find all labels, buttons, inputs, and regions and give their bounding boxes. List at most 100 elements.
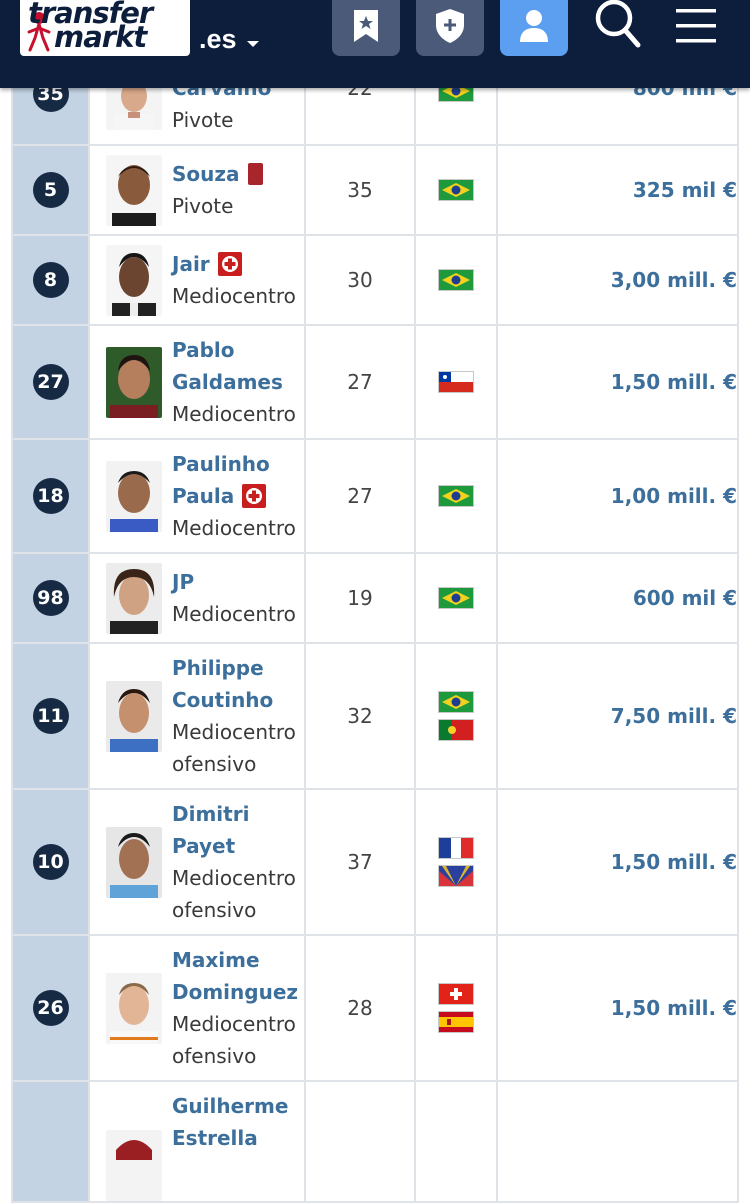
player-cell: Souza Pivote [88, 144, 306, 236]
shirt-number-cell: 98 [11, 552, 90, 644]
player-name-link-line2[interactable]: Paula [172, 484, 234, 508]
player-name-link[interactable]: JP [172, 566, 304, 598]
nationality-cell [414, 144, 498, 236]
table-row: 26 Maxime Dominguez Mediocentro ofensivo… [11, 934, 739, 1082]
market-value-link[interactable]: 600 mil € [496, 552, 739, 644]
player-photo[interactable] [106, 972, 162, 1044]
shirt-number-cell: 10 [11, 788, 90, 936]
player-name-link-line2[interactable]: Estrella [172, 1122, 304, 1154]
player-name-link-line2[interactable]: Dominguez [172, 976, 304, 1008]
table-row: 18 Paulinho Paula Mediocentro 27 1,00 mi [11, 438, 739, 554]
market-value-link[interactable]: 1,00 mill. € [496, 438, 739, 554]
player-position: Mediocentro [172, 516, 296, 540]
player-name-link[interactable]: Guilherme [172, 1090, 304, 1122]
player-name-link[interactable]: Maxime [172, 944, 304, 976]
player-photo[interactable] [106, 562, 162, 634]
nationality-cell [414, 324, 498, 440]
menu-button[interactable] [670, 0, 722, 52]
player-position: Mediocentro [172, 402, 296, 426]
player-photo[interactable] [106, 154, 162, 226]
shirt-number-cell: 5 [11, 144, 90, 236]
player-position: Mediocentro [172, 720, 296, 744]
market-value-link[interactable]: 7,50 mill. € [496, 642, 739, 790]
player-name-link-line2[interactable]: Galdames [172, 366, 304, 398]
shirt-number-badge: 27 [32, 364, 69, 400]
shirt-number-cell: 18 [11, 438, 90, 554]
table-row-partial-bottom: Guilherme Estrella [11, 1080, 739, 1203]
table-row: 8 Jair Mediocentro 30 3,00 mill. € [11, 234, 739, 326]
market-value-link[interactable]: 1,50 mill. € [496, 324, 739, 440]
table-row: 10 Dimitri Payet Mediocentro ofensivo 37 [11, 788, 739, 936]
player-age: 32 [304, 642, 416, 790]
injury-icon [217, 251, 242, 276]
player-position-line2: ofensivo [172, 752, 257, 776]
flag-brazil-icon [438, 179, 474, 201]
shirt-number-badge: 18 [32, 478, 69, 514]
table-row: 27 Pablo Galdames Mediocentro 27 1,50 mi [11, 324, 739, 440]
player-age: 27 [304, 324, 416, 440]
nationality-cell [414, 438, 498, 554]
logo-text-line2: markt [54, 20, 147, 54]
user-icon [520, 10, 548, 42]
player-name-link[interactable]: Pablo [172, 334, 304, 366]
shirt-number-badge: 98 [32, 580, 69, 616]
nationality-cell [414, 552, 498, 644]
player-cell: Paulinho Paula Mediocentro [88, 438, 306, 554]
player-name-link[interactable]: Philippe [172, 652, 304, 684]
market-value-link[interactable]: 325 mil € [496, 144, 739, 236]
market-value-link[interactable]: 1,50 mill. € [496, 788, 739, 936]
player-photo[interactable] [106, 826, 162, 898]
table-row: 11 Philippe Coutinho Mediocentro ofensiv… [11, 642, 739, 790]
player-position: Pivote [172, 194, 234, 218]
shirt-number-badge: 8 [32, 262, 69, 298]
player-name-link-line2[interactable]: Coutinho [172, 684, 304, 716]
flag-spain-icon [438, 1011, 474, 1033]
player-photo[interactable] [106, 680, 162, 752]
user-account-button[interactable] [500, 0, 568, 56]
flag-reunion-icon [438, 865, 474, 887]
player-photo[interactable] [106, 1130, 162, 1201]
shirt-number-cell: 8 [11, 234, 90, 326]
club-shield-icon [436, 9, 464, 43]
player-name-link[interactable]: Paulinho [172, 448, 304, 480]
shirt-number-cell: 11 [11, 642, 90, 790]
flag-france-icon [438, 837, 474, 859]
nationality-cell [414, 788, 498, 936]
market-value-link[interactable]: 3,00 mill. € [496, 234, 739, 326]
watchlist-button[interactable] [332, 0, 400, 56]
injury-icon [242, 483, 267, 508]
market-value-cell [496, 1080, 739, 1203]
player-position: Mediocentro [172, 284, 296, 308]
player-name-link[interactable]: Souza [172, 162, 240, 186]
chevron-down-icon[interactable] [247, 41, 259, 47]
player-cell: Philippe Coutinho Mediocentro ofensivo [88, 642, 306, 790]
player-name-link-line2[interactable]: Payet [172, 830, 304, 862]
flag-chile-icon [438, 371, 474, 393]
nationality-cell [414, 1080, 498, 1203]
player-cell: JP Mediocentro [88, 552, 306, 644]
player-age [304, 1080, 416, 1203]
player-cell: Jair Mediocentro [88, 234, 306, 326]
market-value-link[interactable]: 1,50 mill. € [496, 934, 739, 1082]
player-position: Mediocentro [172, 602, 296, 626]
domain-selector[interactable]: .es [199, 24, 237, 55]
player-age: 37 [304, 788, 416, 936]
nationality-cell [414, 934, 498, 1082]
player-age: 19 [304, 552, 416, 644]
player-photo[interactable] [106, 244, 162, 316]
shirt-number-badge: 11 [32, 698, 69, 734]
player-photo[interactable] [106, 346, 162, 418]
player-photo[interactable] [106, 460, 162, 532]
transfermarkt-logo[interactable]: transfer markt [20, 0, 190, 56]
player-name-link[interactable]: Jair [172, 252, 210, 276]
my-club-button[interactable] [416, 0, 484, 56]
top-navigation-bar: transfer markt .es [0, 0, 750, 88]
flag-brazil-icon [438, 587, 474, 609]
table-row: 5 Souza Pivote 35 325 mil € [11, 144, 739, 236]
player-position-line2: ofensivo [172, 898, 257, 922]
player-position-line2: ofensivo [172, 1044, 257, 1068]
player-name-link[interactable]: Dimitri [172, 798, 304, 830]
player-position: Mediocentro [172, 866, 296, 890]
flag-brazil-icon [438, 269, 474, 291]
search-button[interactable] [592, 0, 644, 52]
